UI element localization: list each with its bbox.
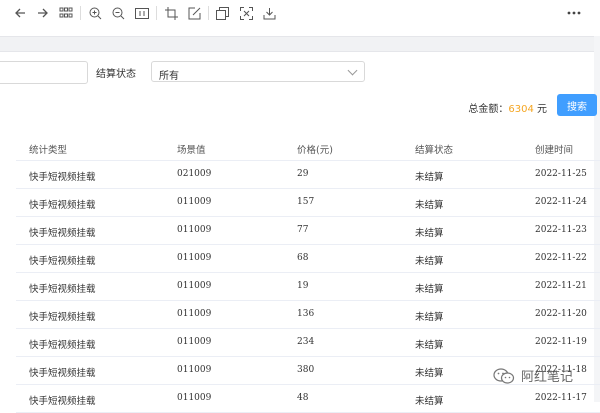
cell-price: 68 <box>297 253 309 263</box>
edit-icon[interactable] <box>186 5 202 21</box>
cell-stat-type: 快手短视频挂载 <box>29 172 96 183</box>
settle-status-label: 结算状态 <box>96 69 136 80</box>
cell-scene-value: 011009 <box>177 309 212 319</box>
table-row[interactable]: 快手短视频挂载 011009 77 未结算 2022-11-23 <box>16 217 600 245</box>
table-row[interactable]: 快手短视频挂载 011009 157 未结算 2022-11-24 <box>16 189 600 217</box>
header-band <box>0 36 600 52</box>
cell-stat-type: 快手短视频挂载 <box>29 340 96 351</box>
table-row[interactable]: 快手短视频挂载 011009 68 未结算 2022-11-22 <box>16 245 600 273</box>
grid-icon[interactable] <box>58 5 74 21</box>
zoom-out-icon[interactable] <box>110 5 126 21</box>
cell-stat-type: 快手短视频挂载 <box>29 396 96 407</box>
cell-scene-value: 011009 <box>177 253 212 263</box>
cell-stat-type: 快手短视频挂载 <box>29 200 96 211</box>
copy-icon[interactable] <box>214 5 230 21</box>
header-stat-type: 统计类型 <box>29 145 68 156</box>
cell-stat-type: 快手短视频挂载 <box>29 368 96 379</box>
cell-settle-status: 未结算 <box>415 312 444 323</box>
cell-settle-status: 未结算 <box>415 256 444 267</box>
cell-settle-status: 未结算 <box>415 228 444 239</box>
cell-price: 234 <box>297 337 315 347</box>
table-row[interactable]: 快手短视频挂载 011009 48 未结算 2022-11-17 <box>16 385 600 413</box>
cell-price: 29 <box>297 169 309 179</box>
wechat-icon <box>493 367 515 384</box>
table-header-row: 统计类型 场景值 价格(元) 结算状态 创建时间 <box>16 134 600 161</box>
fit-icon[interactable] <box>134 5 150 21</box>
watermark-text: 阿红笔记 <box>521 370 574 385</box>
cell-price: 157 <box>297 197 315 207</box>
cell-stat-type: 快手短视频挂载 <box>29 228 96 239</box>
cell-settle-status: 未结算 <box>415 396 444 407</box>
total-amount-display: 总金额：6304 元 <box>468 100 547 115</box>
cell-scene-value: 021009 <box>177 169 212 179</box>
settle-status-select[interactable]: 所有 <box>151 61 365 82</box>
settle-status-value: 所有 <box>159 71 179 82</box>
cell-scene-value: 011009 <box>177 281 212 291</box>
cell-created-time: 2022-11-23 <box>535 225 587 235</box>
cell-created-time: 2022-11-19 <box>535 337 587 347</box>
chevron-down-icon <box>347 65 358 76</box>
cell-scene-value: 011009 <box>177 365 212 375</box>
table-row[interactable]: 快手短视频挂载 011009 19 未结算 2022-11-21 <box>16 273 600 301</box>
keyword-input[interactable] <box>0 61 88 84</box>
cell-created-time: 2022-11-22 <box>535 253 587 263</box>
cell-settle-status: 未结算 <box>415 172 444 183</box>
cell-price: 19 <box>297 281 309 291</box>
header-price: 价格(元) <box>297 145 333 156</box>
more-icon[interactable] <box>566 5 582 21</box>
cell-scene-value: 011009 <box>177 197 212 207</box>
total-label: 总金额： <box>468 104 509 115</box>
cell-created-time: 2022-11-20 <box>535 309 587 319</box>
header-settle-status: 结算状态 <box>415 145 454 156</box>
cell-stat-type: 快手短视频挂载 <box>29 256 96 267</box>
currency-label: 元 <box>537 104 547 115</box>
cell-settle-status: 未结算 <box>415 368 444 379</box>
total-amount: 6304 <box>508 104 534 115</box>
cell-created-time: 2022-11-21 <box>535 281 587 291</box>
cell-created-time: 2022-11-25 <box>535 169 587 179</box>
cell-price: 77 <box>297 225 309 235</box>
cell-settle-status: 未结算 <box>415 284 444 295</box>
cell-created-time: 2022-11-24 <box>535 197 587 207</box>
table-row[interactable]: 快手短视频挂载 021009 29 未结算 2022-11-25 <box>16 161 600 189</box>
search-button[interactable]: 搜索 <box>557 94 597 116</box>
cell-settle-status: 未结算 <box>415 340 444 351</box>
cell-price: 136 <box>297 309 315 319</box>
table-row[interactable]: 快手短视频挂载 011009 234 未结算 2022-11-19 <box>16 329 600 357</box>
download-icon[interactable] <box>261 5 277 21</box>
zoom-in-icon[interactable] <box>87 5 103 21</box>
back-icon[interactable] <box>12 5 28 21</box>
cell-settle-status: 未结算 <box>415 200 444 211</box>
watermark: 阿红笔记 <box>493 366 573 385</box>
scan-icon[interactable] <box>238 5 254 21</box>
cell-scene-value: 011009 <box>177 225 212 235</box>
table-row[interactable]: 快手短视频挂载 011009 136 未结算 2022-11-20 <box>16 301 600 329</box>
crop-icon[interactable] <box>163 5 179 21</box>
cell-price: 380 <box>297 365 315 375</box>
forward-icon[interactable] <box>35 5 51 21</box>
image-viewer-toolbar <box>0 0 600 27</box>
cell-stat-type: 快手短视频挂载 <box>29 312 96 323</box>
header-created-time: 创建时间 <box>535 145 574 156</box>
cell-stat-type: 快手短视频挂载 <box>29 284 96 295</box>
cell-scene-value: 011009 <box>177 337 212 347</box>
header-scene-value: 场景值 <box>177 145 206 156</box>
